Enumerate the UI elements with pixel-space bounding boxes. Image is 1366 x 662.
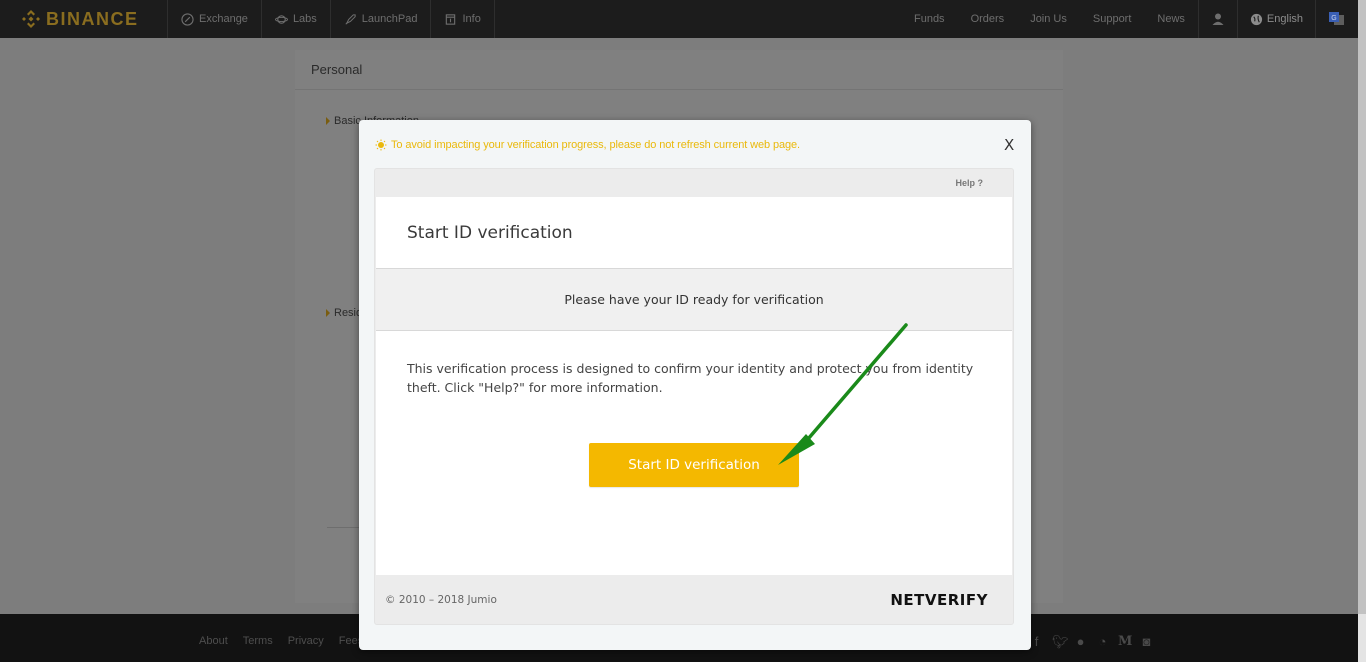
netverify-frame: Help ? Start ID verification Please have… [374, 168, 1014, 625]
card-title: Personal [295, 50, 1063, 90]
verification-description: This verification process is designed to… [407, 361, 974, 395]
info-book-icon [446, 13, 456, 25]
language-label: English [1266, 13, 1303, 25]
reddit-icon[interactable]: ● [1074, 634, 1087, 650]
netverify-logo: NETVERIFY [890, 591, 988, 609]
verification-modal: To avoid impacting your verification pro… [359, 120, 1031, 650]
nav-join-us[interactable]: Join Us [1017, 0, 1080, 38]
language-selector[interactable]: English [1236, 0, 1315, 38]
nav-info[interactable]: Info [431, 0, 495, 38]
nav-orders[interactable]: Orders [958, 0, 1018, 38]
exchange-icon [181, 12, 194, 26]
verification-title: Start ID verification [376, 197, 1012, 269]
top-navbar: BINANCE Exchange Labs LaunchPad Info Fun… [0, 0, 1358, 38]
binance-diamond-icon [22, 10, 40, 28]
labs-planet-icon [274, 14, 288, 24]
footer-about[interactable]: About [199, 635, 228, 647]
google-translate-icon: G [1329, 12, 1344, 25]
nav-funds[interactable]: Funds [901, 0, 958, 38]
twitter-icon[interactable]: 🐦︎ [1052, 634, 1069, 650]
nav-launchpad-label: LaunchPad [361, 13, 418, 25]
close-button[interactable]: X [1004, 136, 1014, 154]
nav-info-label: Info [462, 13, 481, 25]
steemit-icon[interactable]: ◔ [1096, 634, 1109, 650]
start-id-verification-button[interactable]: Start ID verification [589, 443, 799, 487]
brand-name: BINANCE [46, 8, 139, 29]
footer-terms[interactable]: Terms [243, 635, 273, 647]
id-ready-banner: Please have your ID ready for verificati… [376, 269, 1012, 331]
netverify-footer: © 2010 – 2018 Jumio NETVERIFY [376, 576, 1012, 624]
nav-labs[interactable]: Labs [262, 0, 331, 38]
nav-exchange-label: Exchange [199, 13, 248, 25]
caret-right-icon [326, 117, 330, 125]
svg-text:G: G [1331, 15, 1336, 22]
nav-news[interactable]: News [1144, 0, 1198, 38]
scrollbar-track-end [1358, 614, 1366, 662]
caret-right-icon [326, 309, 330, 317]
nav-launchpad[interactable]: LaunchPad [331, 0, 432, 38]
translate-button[interactable]: G [1315, 0, 1358, 38]
account-button[interactable] [1197, 0, 1237, 38]
globe-icon [1250, 13, 1262, 25]
nav-support[interactable]: Support [1080, 0, 1145, 38]
instagram-icon[interactable]: ◙ [1140, 634, 1153, 650]
lightbulb-icon [375, 139, 387, 151]
copyright: © 2010 – 2018 Jumio [385, 594, 497, 606]
refresh-warning: To avoid impacting your verification pro… [375, 139, 800, 151]
footer-privacy[interactable]: Privacy [288, 635, 324, 647]
nav-exchange[interactable]: Exchange [168, 0, 262, 38]
nav-labs-label: Labs [292, 13, 317, 25]
user-icon [1212, 13, 1224, 25]
page-scrollbar[interactable] [1358, 0, 1366, 662]
rocket-icon [345, 13, 356, 25]
help-link[interactable]: Help ? [955, 178, 983, 188]
facebook-icon[interactable]: f [1030, 634, 1043, 650]
netverify-content: Start ID verification Please have your I… [376, 197, 1012, 575]
binance-logo[interactable]: BINANCE [0, 0, 168, 38]
warning-text: To avoid impacting your verification pro… [391, 139, 801, 151]
medium-icon[interactable]: M [1118, 634, 1132, 650]
